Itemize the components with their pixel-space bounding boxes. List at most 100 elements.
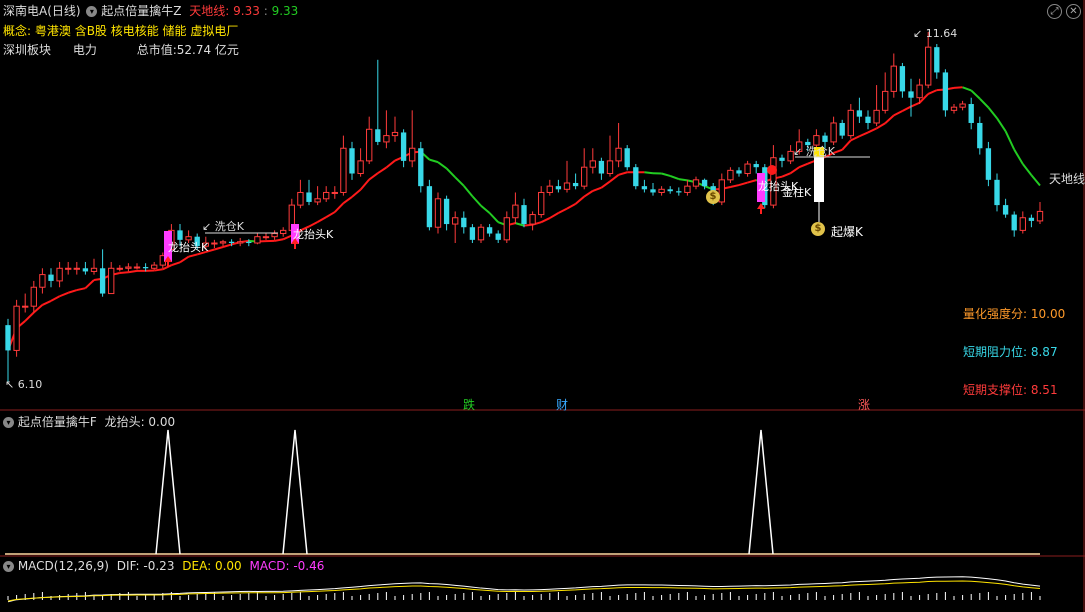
candle-body (13, 305, 20, 351)
ma-segment (317, 216, 327, 223)
candle-body (684, 185, 691, 193)
candle-body (950, 106, 958, 111)
candle-body (615, 147, 622, 162)
industry-label[interactable]: 电力 (73, 43, 97, 57)
candle-body (125, 266, 132, 269)
annotation-qibao: 起爆K (831, 225, 863, 239)
candle-body (271, 233, 278, 238)
strength-score: 量化强度分: 10.00 (963, 307, 1066, 321)
candle-body (5, 325, 11, 351)
ma-segment (566, 202, 577, 210)
candle-body (598, 160, 605, 174)
annotation-longtaitou: 龙抬头K (168, 241, 209, 254)
maximize-button[interactable]: ⤢ (1047, 4, 1062, 19)
candle-body (331, 191, 338, 194)
candle-body (211, 242, 218, 245)
candle-body (633, 167, 639, 187)
candle-body (151, 264, 158, 269)
ma-segment (850, 135, 860, 142)
concept-list[interactable]: 粤港澳 含B股 核电核能 储能 虚拟电厂 (35, 24, 239, 38)
money-bag-icon: $ (811, 222, 825, 236)
candle-body (246, 241, 252, 244)
candle-body (65, 267, 72, 270)
ma-segment (609, 173, 620, 183)
candle-body (942, 72, 949, 111)
ma-segment (858, 131, 869, 138)
candle-body (667, 189, 673, 192)
support-level: 短期支撑位: 8.51 (963, 383, 1058, 397)
candle-body (581, 166, 588, 187)
candle-body (985, 148, 992, 180)
ma-segment (437, 161, 448, 170)
candle-body (959, 103, 966, 108)
ma-segment (488, 212, 499, 223)
sub1-header: ▾ 起点倍量擒牛F 龙抬头: 0.00 (3, 413, 175, 430)
candle-body (314, 198, 321, 203)
marker-zhang[interactable]: 涨 (858, 396, 870, 413)
candle-body (254, 236, 261, 244)
macd-value: MACD: -0.46 (249, 559, 325, 573)
candle-body (873, 109, 880, 124)
candle-body (512, 204, 519, 219)
tiandi-line-label: 天地线 (1049, 172, 1085, 186)
candle-body (753, 164, 759, 168)
candle-body (452, 217, 459, 225)
candle-body (908, 91, 914, 98)
candle-body (22, 305, 29, 308)
candle-body (1002, 205, 1009, 215)
candle-body (30, 286, 37, 307)
ma-segment (84, 279, 95, 289)
ma-segment (781, 172, 791, 178)
sub1-title[interactable]: 起点倍量擒牛F (18, 415, 97, 429)
candle-body (400, 132, 407, 161)
ma-segment (893, 110, 903, 117)
dea-value: DEA: 0.00 (182, 559, 242, 573)
ma-segment (953, 86, 963, 89)
ma-segment (600, 180, 611, 189)
close-button[interactable]: ✕ (1066, 4, 1081, 19)
candle-body (968, 104, 974, 123)
candle-body (56, 267, 63, 282)
candle-body (676, 191, 682, 193)
marker-cai[interactable]: 财 (556, 396, 568, 413)
ma-segment (557, 207, 568, 214)
chevron-down-icon[interactable]: ▾ (3, 417, 14, 428)
candle-body (366, 128, 373, 162)
sector-label[interactable]: 深圳板块 (3, 43, 51, 57)
ma-segment (798, 162, 809, 169)
ma-segment (592, 186, 602, 192)
candle-body (99, 268, 106, 294)
candle-body (546, 185, 553, 193)
chart-canvas[interactable] (0, 0, 1085, 612)
candle-body (727, 169, 734, 181)
candle-body (916, 84, 923, 99)
chevron-down-icon[interactable]: ▾ (86, 6, 98, 17)
sector-row: 深圳板块 电力 总市值:52.74 亿元 (3, 41, 239, 58)
candle-body (521, 205, 527, 225)
ma-segment (841, 139, 852, 151)
dif-value: DIF: -0.23 (116, 559, 175, 573)
ma-segment (678, 178, 688, 182)
candle-body (779, 157, 785, 161)
ma-segment (669, 174, 680, 181)
ma-segment (927, 89, 938, 95)
candle-body (701, 179, 708, 187)
ma-segment (334, 202, 345, 213)
ma-segment (454, 176, 465, 187)
sub2-title[interactable]: MACD(12,26,9) (18, 559, 109, 573)
signal-spike (155, 429, 181, 555)
candle-body (116, 267, 123, 270)
ma-segment (429, 158, 439, 164)
chevron-down-icon[interactable]: ▾ (3, 561, 14, 572)
ma-segment (618, 171, 628, 176)
ma-segment (377, 166, 387, 175)
candle-body (555, 186, 562, 190)
stock-name[interactable]: 深南电A(日线) (3, 4, 81, 18)
indicator-name[interactable]: 起点倍量擒牛Z (101, 4, 181, 18)
marker-die[interactable]: 跌 (463, 396, 475, 413)
candle-body (1011, 214, 1017, 231)
ma-segment (884, 114, 895, 125)
candle-body (39, 274, 46, 288)
candle-body (736, 170, 742, 174)
ma-segment (368, 172, 379, 181)
